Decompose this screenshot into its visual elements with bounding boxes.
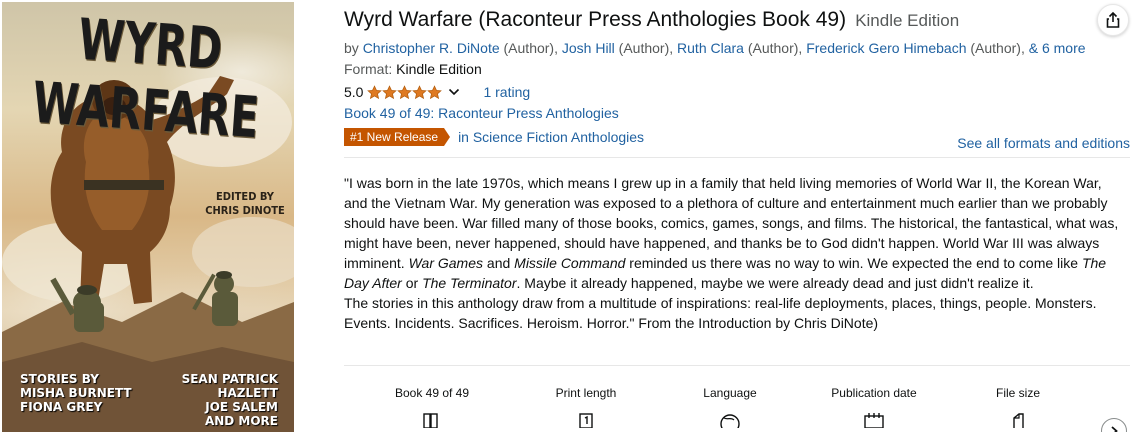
star-rating[interactable] — [367, 84, 443, 100]
author-role: (Author), — [966, 40, 1029, 56]
rating-value: 5.0 — [344, 84, 364, 100]
book-description: "I was born in the late 1970s, which mea… — [344, 173, 1128, 333]
more-authors-link[interactable]: & 6 more — [1029, 40, 1086, 56]
cover-credit-line: JOE SALEM — [205, 400, 278, 414]
series-link[interactable]: Book 49 of 49: Raconteur Press Anthologi… — [344, 105, 619, 121]
cover-credit-line: MISHA BURNETT — [20, 386, 132, 400]
book-cover-image[interactable]: WYRD WARFARE EDITED BY CHRIS DINOTE STOR… — [2, 2, 294, 432]
author-role: (Author), — [743, 40, 807, 56]
detail-language[interactable]: Language — [660, 386, 800, 428]
bestseller-badge-row: #1 New Release in Science Fiction Anthol… — [344, 128, 644, 146]
product-format-suffix: Kindle Edition — [855, 11, 960, 30]
star-icon — [427, 84, 443, 99]
author-byline: by Christopher R. DiNote (Author), Josh … — [344, 40, 1124, 56]
badge-category-link[interactable]: in Science Fiction Anthologies — [458, 129, 644, 145]
detail-publication-date[interactable]: Publication date — [804, 386, 944, 428]
page-count-icon — [579, 413, 593, 428]
cover-credits-right: SEAN PATRICK HAZLETT JOE SALEM AND MORE — [152, 372, 278, 428]
detail-file-size[interactable]: File size — [948, 386, 1088, 428]
chevron-down-icon[interactable] — [447, 85, 461, 99]
section-divider — [344, 157, 1130, 158]
detail-label: File size — [995, 386, 1040, 400]
star-icon — [382, 84, 398, 99]
description-paragraph: "I was born in the late 1970s, which mea… — [344, 173, 1128, 293]
star-icon — [397, 84, 413, 99]
product-details-carousel: Book 49 of 49 Print length Language Publ… — [362, 386, 1132, 432]
cover-credit-line: FIONA GREY — [20, 400, 103, 414]
share-button[interactable] — [1097, 4, 1129, 36]
calendar-icon — [864, 413, 884, 428]
cover-edited-by: EDITED BY — [216, 190, 274, 203]
cover-credit-line: STORIES BY — [20, 372, 99, 386]
author-link[interactable]: Frederick Gero Himebach — [806, 40, 966, 56]
chevron-right-icon — [1111, 426, 1118, 432]
globe-icon — [720, 414, 740, 428]
author-link[interactable]: Josh Hill — [562, 40, 615, 56]
share-icon — [1106, 11, 1120, 28]
description-italic: Missile Command — [514, 255, 626, 271]
rating-row: 5.0 1 rating — [344, 83, 530, 101]
ratings-count-link[interactable]: 1 rating — [483, 84, 530, 100]
format-label: Format: — [344, 61, 397, 77]
description-text: and — [483, 255, 515, 271]
format-value: Kindle Edition — [396, 61, 482, 77]
cover-editor-credit: EDITED BY CHRIS DINOTE — [200, 190, 290, 218]
cover-editor-name: CHRIS DINOTE — [205, 204, 285, 217]
cover-credit-line: SEAN PATRICK HAZLETT — [181, 372, 278, 400]
cover-credits-left: STORIES BY MISHA BURNETT FIONA GREY — [20, 372, 140, 414]
product-title-row: Wyrd Warfare (Raconteur Press Anthologie… — [344, 8, 1064, 32]
description-text: . Maybe it already happened, maybe we we… — [516, 275, 1034, 291]
author-link[interactable]: Ruth Clara — [677, 40, 744, 56]
see-all-formats-link[interactable]: See all formats and editions — [957, 135, 1130, 151]
format-line: Format: Kindle Edition — [344, 61, 482, 77]
detail-label: Language — [703, 386, 757, 400]
detail-book-number[interactable]: Book 49 of 49 — [362, 386, 502, 428]
detail-label: Book 49 of 49 — [394, 386, 470, 400]
author-role: (Author), — [614, 40, 678, 56]
description-text: reminded us there was no way to win. We … — [625, 255, 1082, 271]
description-italic: War Games — [408, 255, 484, 271]
star-icon — [367, 84, 383, 99]
cover-title-text: WYRD WARFARE — [30, 5, 262, 151]
description-paragraph: The stories in this anthology draw from … — [344, 295, 1097, 331]
description-text: or — [401, 275, 423, 291]
star-icon — [412, 84, 428, 99]
books-icon — [423, 413, 438, 428]
byline-prefix: by — [344, 40, 363, 56]
author-link[interactable]: Christopher R. DiNote — [363, 40, 500, 56]
description-italic: The Terminator — [422, 275, 517, 291]
product-title: Wyrd Warfare (Raconteur Press Anthologie… — [344, 8, 847, 31]
detail-label: Publication date — [831, 386, 917, 400]
cover-credit-line: AND MORE — [204, 414, 278, 428]
detail-print-length[interactable]: Print length — [516, 386, 656, 428]
section-divider — [344, 365, 1130, 366]
author-role: (Author), — [499, 40, 562, 56]
file-icon — [1013, 413, 1024, 428]
new-release-badge[interactable]: #1 New Release — [344, 128, 451, 146]
detail-label: Print length — [555, 386, 617, 400]
